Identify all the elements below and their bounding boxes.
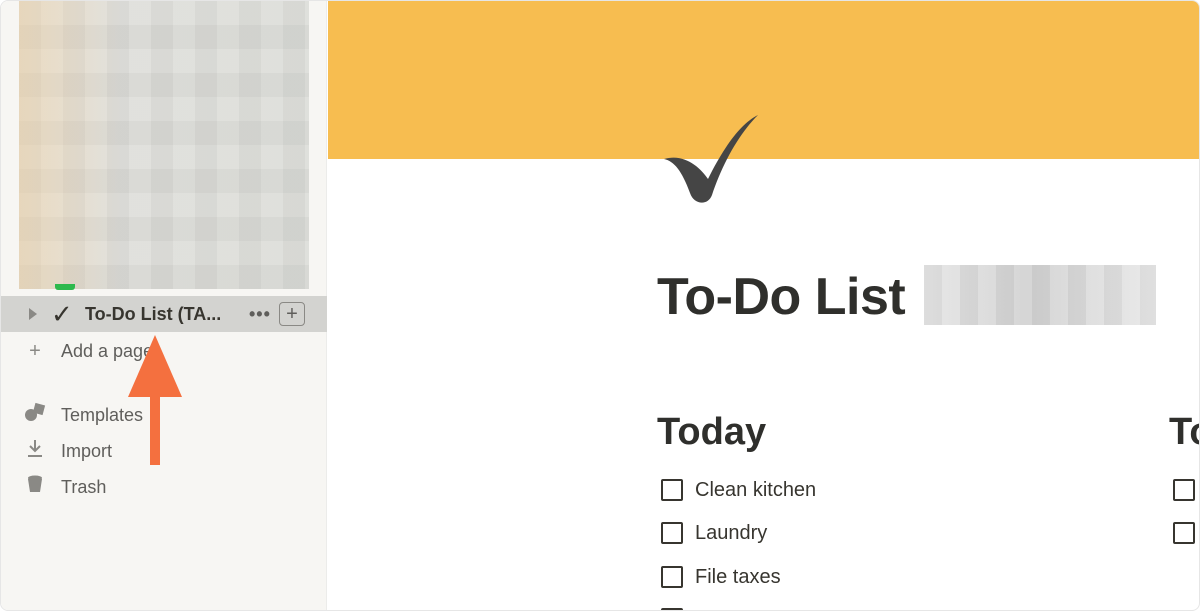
sidebar-item-label: To-Do List (TA...	[85, 303, 222, 324]
todo-text[interactable]: File taxes	[695, 566, 781, 589]
more-options-icon[interactable]: •••	[249, 304, 271, 325]
section-heading-today[interactable]: Today	[657, 410, 766, 454]
sidebar-item-to-do-list[interactable]: ✓ To-Do List (TA... ••• +	[1, 296, 327, 332]
download-icon	[23, 438, 47, 464]
status-indicator	[55, 284, 75, 290]
todo-item-partial[interactable]	[661, 604, 695, 610]
checkmark-icon: ✓	[51, 299, 73, 329]
plus-icon: +	[29, 339, 41, 362]
section-heading-second[interactable]: To	[1169, 410, 1199, 454]
todo-checkbox[interactable]	[1173, 522, 1195, 544]
todo-text[interactable]: Laundry	[695, 522, 767, 545]
todo-checkbox[interactable]	[1173, 479, 1195, 501]
todo-item[interactable]: Clean kitchen	[661, 475, 816, 505]
trash-icon	[23, 474, 47, 500]
todo-item[interactable]: File taxes	[661, 562, 781, 592]
add-subpage-button[interactable]: +	[278, 302, 305, 326]
todo-item-partial[interactable]	[1173, 518, 1199, 548]
todo-text[interactable]: Clean kitchen	[695, 479, 816, 502]
app-window: ✓ To-Do List (TA... ••• + + Add a page T…	[0, 0, 1200, 611]
todo-checkbox[interactable]	[661, 566, 683, 588]
page-title[interactable]: To-Do List	[657, 267, 906, 327]
redacted-title-part	[924, 265, 1156, 325]
sidebar-item-label: Trash	[61, 476, 107, 497]
sidebar: ✓ To-Do List (TA... ••• + + Add a page T…	[1, 1, 327, 610]
page-icon-checkmark-icon[interactable]	[656, 109, 766, 209]
todo-item[interactable]: Laundry	[661, 518, 767, 548]
sidebar-item-trash[interactable]: Trash	[1, 469, 327, 505]
todo-checkbox[interactable]	[661, 522, 683, 544]
todo-checkbox[interactable]	[661, 479, 683, 501]
todo-item-partial[interactable]	[1173, 475, 1199, 505]
expand-triangle-icon[interactable]	[29, 308, 37, 320]
shapes-icon	[23, 402, 47, 428]
annotation-arrow-icon	[128, 335, 182, 465]
sidebar-item-label: Import	[61, 440, 113, 461]
redacted-sidebar-content	[19, 1, 309, 289]
